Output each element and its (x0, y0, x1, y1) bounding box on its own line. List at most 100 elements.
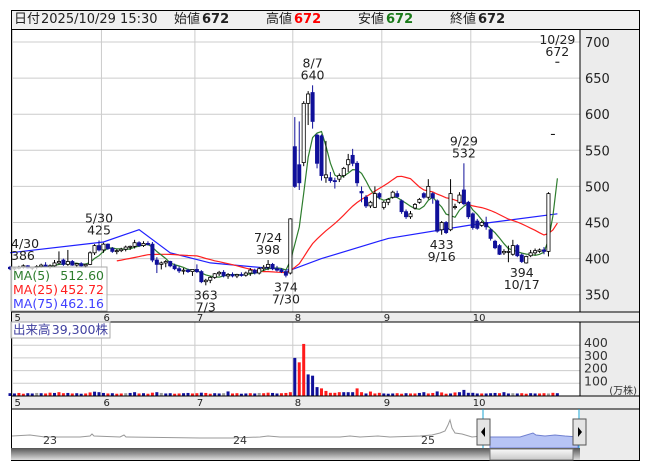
candle-body-down (43, 264, 48, 267)
candle (452, 203, 457, 210)
candle (257, 267, 262, 275)
candle-body-down (105, 243, 110, 249)
candle-body-up (88, 252, 93, 265)
candle (470, 212, 475, 230)
candle-body-up (217, 271, 222, 275)
candle-body-up (56, 261, 61, 264)
candle-body-up (323, 174, 328, 179)
candle (461, 163, 466, 206)
candle (150, 241, 155, 263)
navigator-right-handle[interactable] (572, 418, 587, 446)
candle-body-down (421, 193, 426, 198)
candle-body-up (390, 191, 395, 198)
candle (515, 244, 520, 258)
candles (7, 61, 560, 286)
candle-body-up (39, 264, 44, 267)
volume-bar (155, 392, 159, 396)
scrollbar-thumb[interactable] (489, 448, 574, 461)
volume-bar (320, 388, 323, 396)
candle-body-down (470, 213, 475, 228)
volume-bar (315, 387, 319, 396)
ma75-value: 462.16 (60, 296, 104, 311)
price-tick-label: 700 (585, 36, 610, 51)
candle-body-up (181, 269, 186, 272)
ma75-label: MA(75) (13, 296, 58, 311)
candle-body-up (288, 218, 293, 274)
candle-body-down (252, 269, 257, 274)
candle (497, 244, 502, 255)
volume-bar (462, 389, 466, 396)
volume-bar (337, 392, 341, 396)
price-annotation: 5/30425 (85, 211, 113, 238)
candle (346, 153, 351, 172)
candle-body-up (372, 193, 377, 208)
candle-body-up (412, 204, 417, 209)
candle (355, 161, 360, 187)
price-annotation: 4339/16 (428, 237, 456, 264)
navigator-left-handle[interactable] (476, 418, 491, 446)
candle (319, 134, 324, 181)
volume-bar (457, 392, 461, 396)
stock-chart[interactable]: 4/303865/304253637/37/243983747/308/7640… (0, 0, 653, 470)
volume-bar (453, 392, 457, 396)
candle (239, 272, 244, 277)
candle (404, 209, 409, 219)
candle-body-down (221, 271, 226, 277)
volume-unit-label: (万株) (609, 384, 637, 397)
candle-body-up (368, 201, 373, 207)
candle-body-up (408, 213, 413, 218)
candle-body-down (493, 240, 498, 249)
candle (444, 221, 449, 235)
price-annotation: 8/7640 (301, 55, 325, 82)
candle-body-down (435, 200, 440, 232)
candle-body-up (479, 222, 484, 226)
candle (368, 200, 373, 209)
candle-body-down (475, 220, 480, 229)
price-annotation: 7/24398 (254, 230, 282, 257)
candle (475, 218, 480, 230)
candle-body-down (355, 162, 360, 184)
candle-body-down (145, 243, 150, 245)
candle (194, 264, 199, 274)
candle (288, 218, 293, 275)
candle-body-down (542, 249, 547, 252)
candle (56, 251, 61, 265)
candle-body-up (163, 261, 168, 264)
volume-bar (351, 392, 355, 396)
candle (234, 273, 239, 279)
candle (274, 265, 279, 272)
annotation-date: 9/16 (428, 249, 456, 264)
candle (177, 266, 182, 274)
candle-body-up (92, 245, 97, 254)
candle (154, 257, 159, 274)
volume-bar (502, 392, 506, 396)
candle (332, 177, 337, 189)
candle (466, 200, 471, 219)
candle-body-down (404, 211, 409, 218)
candle (448, 179, 453, 232)
candle-body-down (172, 265, 177, 270)
volume-bar (293, 357, 297, 396)
candle-body-down (430, 193, 435, 199)
volume-label: 出来高 (13, 322, 51, 337)
range-navigator[interactable]: 23 24 25 (11, 409, 587, 461)
candle-body-up (506, 250, 511, 253)
volume-bar (324, 390, 328, 396)
candle-body-up (52, 262, 57, 267)
candle-body-up (83, 263, 88, 267)
candle-body-down (79, 263, 84, 267)
candle-body-up (381, 201, 386, 208)
candle-body-up (212, 273, 217, 278)
candle (283, 270, 288, 278)
candle-body-down (292, 146, 297, 187)
candle-body-down (70, 261, 75, 266)
price-tick-label: 550 (585, 144, 610, 159)
candle-body-up (341, 167, 346, 176)
candle-body-down (194, 269, 199, 272)
candle-body-down (97, 245, 102, 251)
candle-body-up (243, 272, 248, 276)
price-tick-label: 400 (585, 253, 610, 268)
candle (52, 260, 57, 268)
candle (533, 248, 538, 255)
candle-body-down (363, 196, 368, 207)
